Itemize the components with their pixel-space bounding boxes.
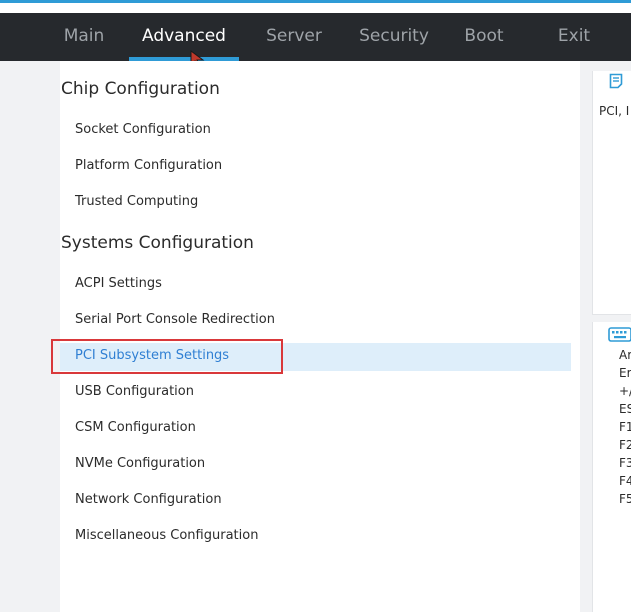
key-legend-line: F3	[619, 456, 631, 470]
top-nav-bar: Main Advanced Server Security Boot Exit	[0, 13, 631, 61]
key-legend-line: Ar	[619, 348, 631, 362]
tab-label: Exit	[557, 26, 591, 46]
key-legend-line: ES	[619, 402, 631, 416]
help-description-text: PCI, I	[599, 104, 630, 118]
keyboard-icon	[608, 327, 631, 342]
menu-item-platform-configuration[interactable]: Platform Configuration	[75, 158, 222, 173]
section-title-systems-configuration: Systems Configuration	[61, 233, 254, 253]
menu-item-serial-port-console-redirection[interactable]: Serial Port Console Redirection	[75, 312, 275, 327]
menu-item-pci-subsystem-settings[interactable]: PCI Subsystem Settings	[75, 348, 229, 363]
tab-advanced[interactable]: Advanced	[129, 13, 239, 61]
key-legend-line: +/	[619, 384, 631, 398]
help-note-icon	[609, 73, 623, 89]
tab-security[interactable]: Security	[354, 13, 434, 61]
menu-item-nvme-configuration[interactable]: NVMe Configuration	[75, 456, 205, 471]
menu-item-acpi-settings[interactable]: ACPI Settings	[75, 276, 162, 291]
tab-label: Advanced	[142, 26, 226, 46]
menu-item-socket-configuration[interactable]: Socket Configuration	[75, 122, 211, 137]
menu-item-network-configuration[interactable]: Network Configuration	[75, 492, 222, 507]
key-legend-line: F1	[619, 420, 631, 434]
tab-boot[interactable]: Boot	[458, 13, 510, 61]
key-legend-line: F4	[619, 474, 631, 488]
tab-label: Boot	[464, 26, 504, 46]
menu-item-miscellaneous-configuration[interactable]: Miscellaneous Configuration	[75, 528, 258, 543]
tab-exit[interactable]: Exit	[551, 13, 597, 61]
menu-item-usb-configuration[interactable]: USB Configuration	[75, 384, 194, 399]
key-legend-line: Er	[619, 366, 631, 380]
tab-label: Security	[359, 26, 429, 46]
tab-server[interactable]: Server	[260, 13, 328, 61]
tab-label: Server	[266, 26, 322, 46]
top-strip	[0, 3, 631, 13]
tab-main[interactable]: Main	[55, 13, 113, 61]
menu-item-csm-configuration[interactable]: CSM Configuration	[75, 420, 196, 435]
key-legend-line: F2	[619, 438, 631, 452]
menu-item-trusted-computing[interactable]: Trusted Computing	[75, 194, 198, 209]
tab-label: Main	[63, 26, 105, 46]
section-title-chip-configuration: Chip Configuration	[61, 79, 220, 99]
key-legend-line: F5	[619, 492, 631, 506]
